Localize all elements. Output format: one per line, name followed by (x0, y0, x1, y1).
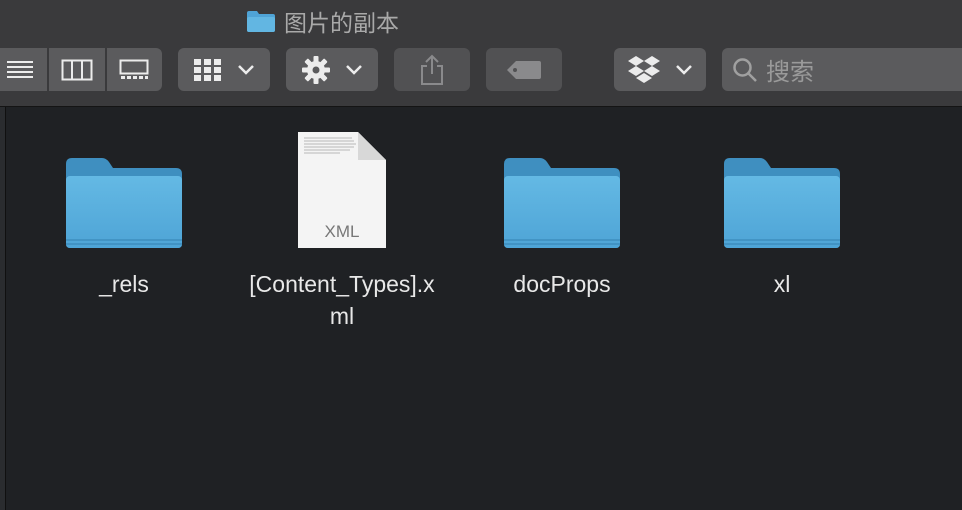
file-item-content-types[interactable]: XML [Content_Types].xml (232, 122, 452, 332)
dropbox-icon (628, 55, 660, 83)
columns-icon (61, 59, 93, 80)
gear-icon (302, 55, 330, 84)
chevron-down-icon (346, 64, 362, 75)
tag-button[interactable] (486, 48, 562, 91)
toolbar: 图片的副本 搜索 (0, 0, 962, 107)
gallery-view-button[interactable] (106, 48, 162, 91)
list-view-button[interactable] (0, 48, 48, 91)
file-item-rels[interactable]: _rels (14, 122, 234, 300)
column-view-button[interactable] (49, 48, 105, 91)
list-icon (6, 60, 33, 78)
action-button[interactable] (286, 48, 378, 91)
window-title-text: 图片的副本 (284, 11, 399, 37)
file-item-xl[interactable]: xl (672, 122, 892, 300)
xml-badge: XML (324, 222, 360, 241)
window-title: 图片的副本 (246, 6, 399, 37)
file-label: _rels (99, 271, 149, 297)
dropbox-button[interactable] (614, 48, 706, 91)
chevron-down-icon (238, 64, 254, 75)
group-by-button[interactable] (178, 48, 270, 91)
folder-icon (724, 158, 840, 248)
share-icon (421, 54, 443, 85)
tag-icon (507, 60, 541, 79)
share-button[interactable] (394, 48, 470, 91)
folder-icon (66, 158, 182, 248)
search-field[interactable]: 搜索 (722, 48, 962, 91)
view-mode-segmented-control (0, 48, 162, 91)
search-placeholder: 搜索 (766, 58, 814, 86)
file-item-docprops[interactable]: docProps (452, 122, 672, 300)
grid-icon (194, 58, 221, 81)
sidebar-edge[interactable] (0, 107, 6, 510)
chevron-down-icon (676, 64, 692, 75)
file-label: docProps (513, 271, 611, 297)
file-label: xl (773, 271, 791, 297)
file-label: [Content_Types].xml (249, 271, 435, 329)
folder-icon (504, 158, 620, 248)
gallery-icon (119, 59, 149, 79)
search-icon (733, 57, 757, 82)
folder-icon (247, 11, 275, 32)
